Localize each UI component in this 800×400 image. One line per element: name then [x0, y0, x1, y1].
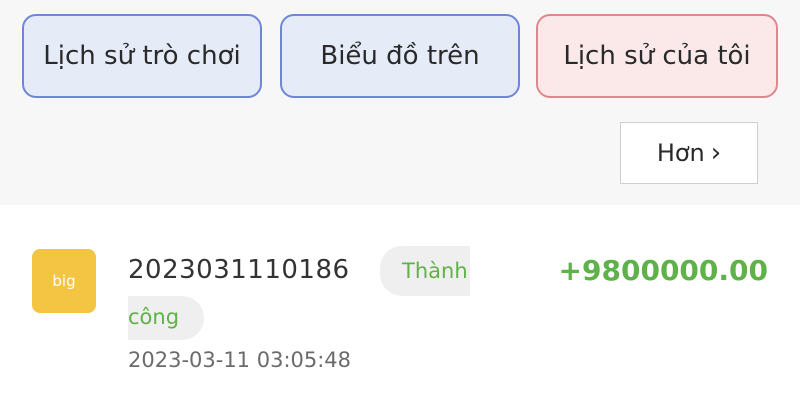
amount: +9800000.00	[558, 254, 768, 287]
order-id: 2023031110186	[128, 255, 350, 285]
tab-game-history[interactable]: Lịch sử trò chơi	[22, 14, 262, 98]
more-button-label: Hơn	[656, 139, 705, 167]
tab-my-history-label: Lịch sử của tôi	[563, 41, 751, 71]
tab-game-history-label: Lịch sử trò chơi	[43, 41, 241, 71]
tab-my-history[interactable]: Lịch sử của tôi	[536, 14, 778, 98]
more-button[interactable]: Hơn ›	[620, 122, 758, 184]
status-label-line2: công	[128, 305, 180, 329]
type-badge: big	[32, 249, 96, 313]
tab-chart-label: Biểu đồ trên	[320, 41, 480, 71]
type-badge-label: big	[52, 272, 76, 290]
status-label-line1: Thành	[402, 259, 468, 283]
chevron-right-icon: ›	[710, 138, 722, 168]
tab-chart[interactable]: Biểu đồ trên	[280, 14, 520, 98]
timestamp: 2023-03-11 03:05:48	[128, 348, 352, 372]
